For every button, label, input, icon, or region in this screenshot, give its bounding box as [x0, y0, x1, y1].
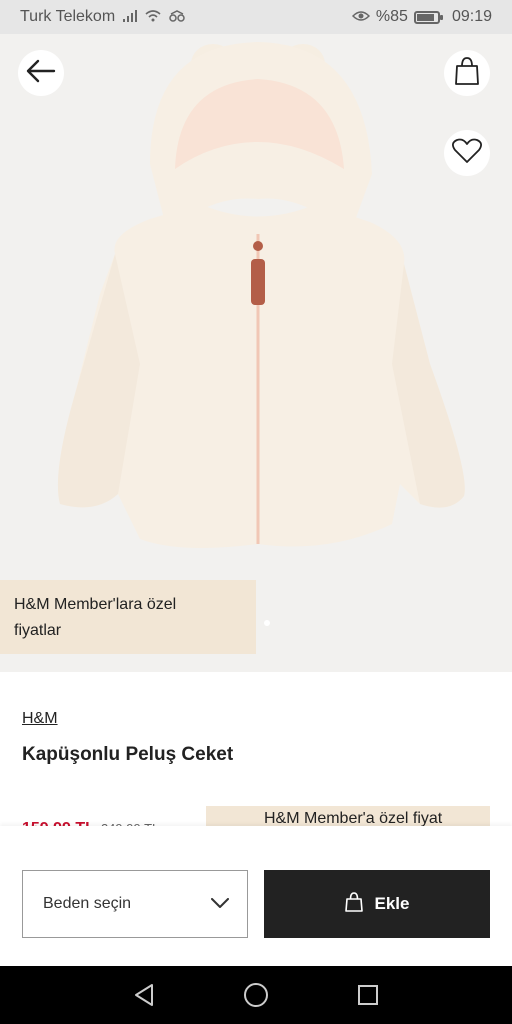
add-button-label: Ekle [374, 894, 410, 913]
shopping-bag-icon [454, 56, 480, 90]
product-image[interactable] [0, 34, 512, 672]
carrier-area: Turk Telekom [20, 8, 352, 26]
wifi-icon [145, 9, 161, 25]
nav-home-icon[interactable] [243, 982, 269, 1008]
system-nav-bar [0, 966, 512, 1024]
nav-recents-icon[interactable] [355, 982, 381, 1008]
battery-percent: %85 [375, 8, 408, 25]
member-banner-line2: fiyatlar [14, 622, 62, 639]
brand-link[interactable]: H&M [22, 710, 58, 728]
arrow-left-icon [26, 59, 56, 88]
product-title: Kapüşonlu Peluş Ceket [22, 744, 234, 765]
status-bar: Turk Telekom %85 09:19 [0, 0, 512, 34]
member-banner-line1: H&M Member'lara özel [14, 596, 177, 613]
size-select[interactable]: Beden seçin [22, 870, 248, 938]
signal-icon [123, 9, 138, 25]
favorite-button[interactable] [444, 130, 490, 176]
eye-icon [351, 10, 370, 25]
member-price-banner: H&M Member'lara özel fiyatlar [0, 580, 256, 654]
battery-icon [413, 10, 443, 24]
jacket-image [57, 42, 465, 548]
back-button[interactable] [18, 50, 64, 96]
size-select-label: Beden seçin [43, 895, 132, 912]
shopping-bag-icon [344, 891, 363, 917]
carrier-name: Turk Telekom [20, 8, 116, 25]
nav-back-icon[interactable] [131, 982, 157, 1008]
carousel-dot [264, 620, 270, 626]
product-details: H&M Kapüşonlu Peluş Ceket 159,99 TL249,9… [0, 672, 512, 837]
bottom-action-bar: Beden seçin Ekle [0, 826, 512, 966]
status-right: %85 09:19 [351, 8, 492, 26]
chevron-down-icon [211, 895, 229, 913]
clock: 09:19 [451, 8, 492, 25]
add-to-bag-button[interactable]: Ekle [264, 870, 490, 938]
heart-icon [452, 138, 482, 169]
vpn-icon [169, 9, 185, 25]
shopping-bag-button[interactable] [444, 50, 490, 96]
